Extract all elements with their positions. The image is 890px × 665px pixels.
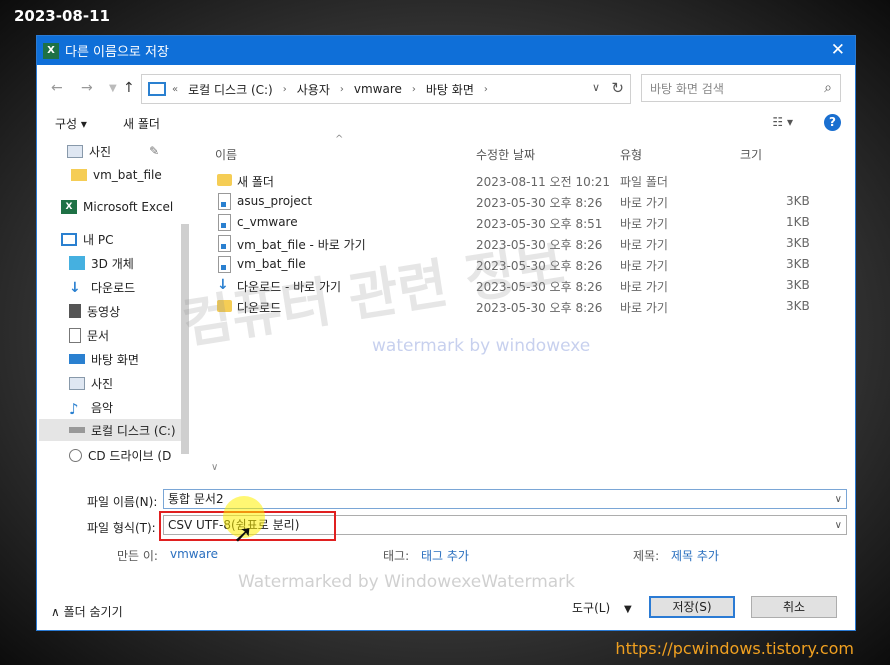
tags-value[interactable]: 태그 추가 [421, 547, 469, 564]
column-header-date[interactable]: 수정한 날짜 [476, 146, 535, 163]
chevron-right-icon[interactable]: › [412, 84, 416, 95]
chevron-down-icon[interactable]: ∨ [835, 517, 842, 535]
nav-item-pictures-quick[interactable]: 사진 ✎ [67, 140, 217, 162]
excel-icon: X [61, 200, 77, 214]
save-as-dialog: X 다른 이름으로 저장 ✕ ← → ▼ ↑ « 로컬 디스크 (C:) › 사… [36, 35, 856, 631]
chevron-up-icon: ∧ [51, 605, 60, 619]
search-placeholder: 바탕 화면 검색 [650, 81, 724, 96]
excel-app-icon: X [43, 42, 59, 59]
cancel-button[interactable]: 취소 [751, 596, 837, 618]
organize-button[interactable]: 구성 ▾ [55, 115, 87, 132]
shortcut-icon [218, 256, 231, 273]
caret-down-icon: ▼ [623, 604, 632, 615]
sort-up-icon: ^ [335, 134, 344, 145]
chevron-right-icon[interactable]: › [484, 84, 488, 95]
file-row[interactable]: 새 폴더 2023-08-11 오전 10:21 파일 폴더 [207, 170, 847, 191]
folder-icon [217, 174, 232, 186]
nav-item-cd-drive[interactable]: CD 드라이브 (D [69, 444, 219, 466]
watermark-bottom: Watermarked by WindowexeWatermark [238, 572, 576, 592]
column-header-size[interactable]: 크기 [740, 146, 762, 163]
breadcrumb-overflow[interactable]: « [172, 84, 178, 95]
title-bar: X 다른 이름으로 저장 ✕ [37, 36, 855, 65]
nav-item-vm-bat-file[interactable]: vm_bat_file [71, 164, 221, 186]
breadcrumb-desktop[interactable]: 바탕 화면 [426, 81, 474, 98]
download-icon: ↓ [69, 280, 81, 296]
new-folder-button[interactable]: 새 폴더 [123, 115, 160, 132]
mouse-cursor-icon: ➚ [233, 520, 254, 548]
recent-locations-icon[interactable]: ▼ [109, 83, 117, 94]
desktop-icon [69, 354, 85, 364]
music-icon: ♪ [69, 400, 79, 418]
refresh-icon[interactable]: ↻ [611, 79, 624, 97]
pin-icon[interactable]: ✎ [149, 144, 159, 158]
cd-drive-icon [69, 448, 82, 462]
folder-icon [71, 169, 87, 181]
cube-icon [69, 256, 85, 270]
close-icon[interactable]: ✕ [831, 40, 845, 60]
title-field-value[interactable]: 제목 추가 [671, 547, 719, 564]
breadcrumb-drive[interactable]: 로컬 디스크 (C:) [188, 81, 273, 98]
chevron-right-icon[interactable]: › [283, 84, 287, 95]
chevron-down-icon[interactable]: ∨ [835, 491, 842, 509]
pictures-icon [69, 376, 85, 390]
chevron-right-icon[interactable]: › [340, 84, 344, 95]
nav-item-local-disk[interactable]: 로컬 디스크 (C:) [39, 419, 189, 441]
up-arrow-icon[interactable]: ↑ [123, 80, 135, 96]
video-icon [69, 304, 81, 318]
nav-item-microsoft-excel[interactable]: X Microsoft Excel [61, 196, 211, 218]
back-arrow-icon[interactable]: ← [51, 80, 63, 96]
nav-item-music[interactable]: ♪ 음악 [69, 396, 219, 418]
authors-value[interactable]: vmware [170, 547, 218, 561]
tags-label: 태그: [383, 549, 410, 563]
hide-folders-button[interactable]: ∧ 폴더 숨기기 [51, 603, 123, 620]
date-stamp: 2023-08-11 [14, 7, 110, 25]
nav-item-pictures[interactable]: 사진 [69, 372, 219, 394]
drive-icon [69, 427, 85, 433]
command-bar: 구성 ▾ 새 폴더 ☷ ▾ ? [37, 110, 855, 136]
address-bar[interactable]: « 로컬 디스크 (C:) › 사용자 › vmware › 바탕 화면 › ∨… [141, 74, 631, 104]
search-input[interactable]: 바탕 화면 검색 ⌕ [641, 74, 841, 102]
site-url[interactable]: https://pcwindows.tistory.com [615, 639, 854, 658]
pc-icon [61, 232, 77, 246]
navigation-row: ← → ▼ ↑ « 로컬 디스크 (C:) › 사용자 › vmware › 바… [37, 74, 855, 104]
file-row[interactable]: asus_project 2023-05-30 오후 8:26 바로 가기 3K… [207, 191, 847, 212]
save-button[interactable]: 저장(S) [649, 596, 735, 618]
shortcut-icon [218, 214, 231, 231]
filename-input[interactable]: 통합 문서2 ∨ [163, 489, 847, 509]
tools-button[interactable]: 도구(L) ▼ [572, 599, 632, 616]
title-field-label: 제목: [633, 549, 660, 563]
search-icon: ⌕ [824, 80, 832, 96]
pc-icon [148, 82, 166, 96]
breadcrumb-users[interactable]: 사용자 [297, 81, 330, 98]
scroll-down-icon[interactable]: ∨ [211, 462, 218, 473]
watermark-english: watermark by windowexe [372, 336, 591, 356]
navigation-pane: 사진 ✎ vm_bat_file X Microsoft Excel 내 PC … [37, 136, 193, 476]
pictures-icon [67, 144, 83, 158]
forward-arrow-icon[interactable]: → [81, 80, 93, 96]
dialog-title: 다른 이름으로 저장 [65, 45, 169, 60]
authors-label: 만든 이: [117, 549, 158, 563]
breadcrumb-vmware[interactable]: vmware [354, 82, 402, 96]
shortcut-icon [218, 193, 231, 210]
column-header-type[interactable]: 유형 [620, 146, 642, 163]
document-icon [69, 327, 81, 343]
shortcut-icon [218, 235, 231, 252]
filename-label: 파일 이름(N): [87, 495, 158, 509]
column-header-name[interactable]: 이름 [215, 146, 237, 163]
filetype-label: 파일 형식(T): [87, 521, 156, 535]
nav-item-3d-objects[interactable]: 3D 개체 [69, 252, 219, 274]
view-options-icon[interactable]: ☷ ▾ [772, 115, 793, 129]
chevron-down-icon[interactable]: ∨ [592, 81, 600, 94]
help-icon[interactable]: ? [824, 114, 841, 131]
